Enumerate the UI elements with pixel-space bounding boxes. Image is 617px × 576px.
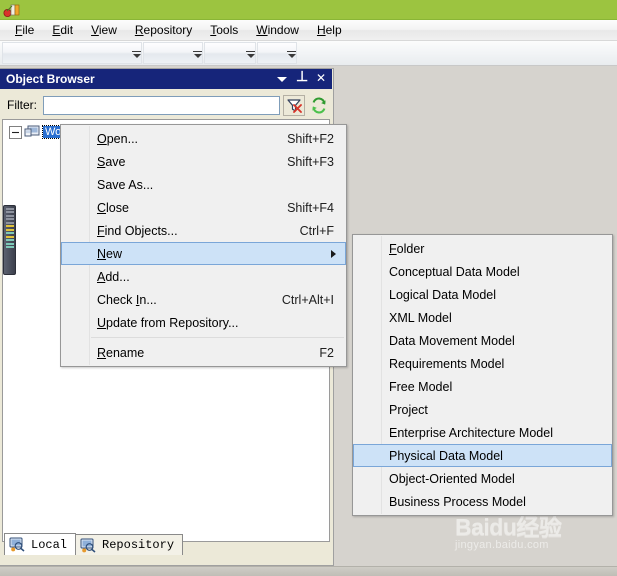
- menu-item-rename[interactable]: Rename F2: [61, 341, 346, 364]
- submenu-item-xml-model[interactable]: XML Model: [353, 306, 612, 329]
- menu-window[interactable]: Window: [247, 21, 308, 39]
- toolbar-group-4-buttons[interactable]: [257, 42, 285, 64]
- tree-expander-icon[interactable]: [9, 125, 22, 139]
- toolbar-group-1-overflow-icon[interactable]: [130, 42, 142, 64]
- filter-row: Filter:: [2, 93, 330, 117]
- baidu-jingyan-watermark: Baidu经验 jingyan.baidu.com: [455, 515, 605, 563]
- submenu-item-project[interactable]: Project: [353, 398, 612, 421]
- toolbar-group-3-buttons[interactable]: [204, 42, 244, 64]
- toolbar-group-4-overflow-icon[interactable]: [285, 42, 297, 64]
- menu-accel-close: Shift+F4: [287, 200, 334, 215]
- menu-bar: File Edit View Repository Tools Window H…: [0, 20, 617, 41]
- menu-item-update-from-repository[interactable]: Update from Repository...: [61, 311, 346, 334]
- menu-item-close[interactable]: Close Shift+F4: [61, 196, 346, 219]
- workspace-context-menu[interactable]: Open... Shift+F2 Save Shift+F3 Save As..…: [60, 124, 347, 367]
- panel-close-icon[interactable]: [316, 71, 328, 86]
- menu-item-save[interactable]: Save Shift+F3: [61, 150, 346, 173]
- submenu-item-folder[interactable]: Folder: [353, 237, 612, 260]
- menu-accel-save: Shift+F3: [287, 154, 334, 169]
- submenu-item-object-oriented-model[interactable]: Object-Oriented Model: [353, 467, 612, 490]
- submenu-item-requirements-model[interactable]: Requirements Model: [353, 352, 612, 375]
- tab-local[interactable]: Local: [4, 533, 77, 555]
- menu-accel-find-objects: Ctrl+F: [299, 223, 334, 238]
- submenu-item-enterprise-architecture-model[interactable]: Enterprise Architecture Model: [353, 421, 612, 444]
- menu-repository[interactable]: Repository: [126, 21, 201, 39]
- toolbar-group-3-overflow-icon[interactable]: [244, 42, 256, 64]
- toolbar-group-1[interactable]: [2, 42, 142, 64]
- watermark-main-text: Baidu经验: [455, 514, 562, 540]
- toolbar: [0, 41, 617, 66]
- panel-menu-caret-icon[interactable]: [276, 72, 288, 86]
- submenu-item-physical-data-model[interactable]: Physical Data Model: [353, 444, 612, 467]
- menu-item-open[interactable]: Open... Shift+F2: [61, 127, 346, 150]
- filter-input[interactable]: [43, 95, 280, 115]
- toolbar-group-1-buttons[interactable]: [2, 42, 130, 64]
- repository-icon: [80, 538, 97, 553]
- application-window: File Edit View Repository Tools Window H…: [0, 0, 617, 576]
- menu-label-save-as: Save As...: [97, 177, 154, 192]
- menu-edit[interactable]: Edit: [43, 21, 82, 39]
- refresh-icon[interactable]: [308, 95, 330, 116]
- submenu-item-business-process-model[interactable]: Business Process Model: [353, 490, 612, 513]
- workspace-icon: [24, 125, 40, 139]
- object-browser-title: Object Browser: [6, 72, 95, 86]
- menu-help[interactable]: Help: [308, 21, 351, 39]
- toolbar-group-2-overflow-icon[interactable]: [191, 42, 203, 64]
- menu-item-new[interactable]: New: [61, 242, 346, 265]
- object-browser-tabs: Local Repository: [4, 533, 184, 555]
- context-menu-separator: [91, 337, 344, 338]
- menu-accel-check-in: Ctrl+Alt+I: [281, 292, 334, 307]
- submenu-item-data-movement-model[interactable]: Data Movement Model: [353, 329, 612, 352]
- menu-accel-rename: F2: [319, 345, 334, 360]
- panel-pin-icon[interactable]: [296, 68, 308, 86]
- menu-view[interactable]: View: [82, 21, 126, 39]
- floating-tool-palette[interactable]: [3, 205, 16, 275]
- menu-item-add[interactable]: Add...: [61, 265, 346, 288]
- toolbar-group-4[interactable]: [257, 42, 297, 64]
- tab-local-label: Local: [31, 537, 68, 552]
- tab-repository[interactable]: Repository: [75, 534, 184, 555]
- filter-clear-icon[interactable]: [283, 94, 305, 116]
- object-browser-titlebar: Object Browser: [0, 68, 332, 89]
- menu-accel-open: Shift+F2: [287, 131, 334, 146]
- status-bar: [0, 566, 617, 576]
- filter-label: Filter:: [7, 98, 37, 112]
- submenu-arrow-icon: [331, 249, 336, 258]
- local-icon: [9, 537, 26, 552]
- toolbar-group-3[interactable]: [204, 42, 256, 64]
- menu-file[interactable]: File: [6, 21, 43, 39]
- powerdesigner-icon: [3, 2, 21, 18]
- submenu-item-conceptual-data-model[interactable]: Conceptual Data Model: [353, 260, 612, 283]
- menu-tools[interactable]: Tools: [201, 21, 247, 39]
- window-titlebar: [0, 0, 617, 20]
- submenu-item-free-model[interactable]: Free Model: [353, 375, 612, 398]
- tab-repository-label: Repository: [102, 538, 175, 552]
- menu-item-save-as[interactable]: Save As...: [61, 173, 346, 196]
- menu-item-find-objects[interactable]: Find Objects... Ctrl+F: [61, 219, 346, 242]
- menu-item-check-in[interactable]: Check In... Ctrl+Alt+I: [61, 288, 346, 311]
- new-submenu[interactable]: Folder Conceptual Data Model Logical Dat…: [352, 234, 613, 516]
- watermark-sub-text: jingyan.baidu.com: [455, 539, 549, 551]
- toolbar-group-2[interactable]: [143, 42, 203, 64]
- submenu-item-logical-data-model[interactable]: Logical Data Model: [353, 283, 612, 306]
- toolbar-group-2-buttons[interactable]: [143, 42, 191, 64]
